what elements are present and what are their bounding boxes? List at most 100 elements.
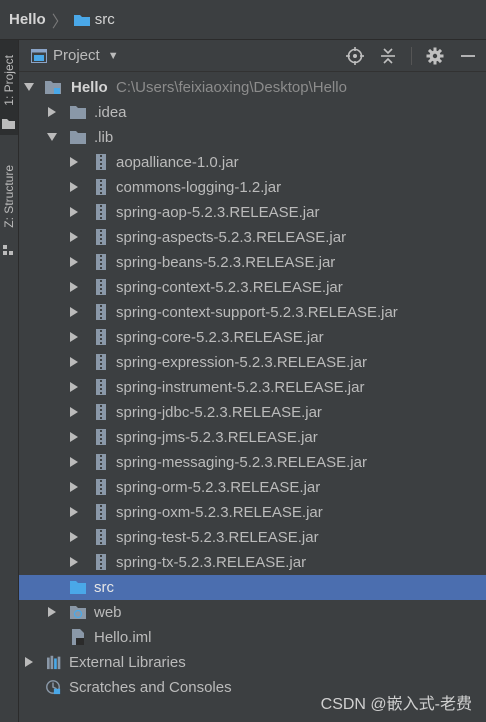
tree-row-jar[interactable]: spring-context-5.2.3.RELEASE.jar	[19, 275, 486, 300]
tree-row-jar[interactable]: spring-expression-5.2.3.RELEASE.jar	[19, 350, 486, 375]
scratches-icon	[46, 680, 61, 695]
tree-row-lib[interactable]: .lib	[19, 125, 486, 150]
collapsed-arrow-icon[interactable]	[69, 332, 79, 342]
collapsed-arrow-icon[interactable]	[69, 257, 79, 267]
collapsed-arrow-icon[interactable]	[69, 282, 79, 292]
project-view-selector[interactable]: Project ▼	[31, 47, 119, 64]
tree-row-jar[interactable]: spring-messaging-5.2.3.RELEASE.jar	[19, 450, 486, 475]
idea-folder-label: .idea	[94, 104, 127, 121]
jar-label: spring-aspects-5.2.3.RELEASE.jar	[116, 229, 347, 246]
tab-project-label: 1: Project	[2, 55, 16, 106]
tree-row-jar[interactable]: spring-instrument-5.2.3.RELEASE.jar	[19, 375, 486, 400]
jar-archive-icon	[96, 529, 106, 545]
breadcrumb-src[interactable]: src	[95, 11, 115, 28]
collapsed-arrow-icon[interactable]	[69, 482, 79, 492]
collapsed-arrow-icon[interactable]	[69, 507, 79, 517]
dropdown-caret-icon: ▼	[107, 49, 119, 62]
tree-row-jar[interactable]: commons-logging-1.2.jar	[19, 175, 486, 200]
locate-button[interactable]	[345, 46, 365, 66]
source-folder-icon	[73, 14, 90, 26]
tree-row-jar[interactable]: spring-orm-5.2.3.RELEASE.jar	[19, 475, 486, 500]
jar-archive-icon	[96, 204, 106, 220]
collapsed-arrow-icon[interactable]	[47, 107, 57, 117]
jar-label: spring-messaging-5.2.3.RELEASE.jar	[116, 454, 367, 471]
collapsed-arrow-icon[interactable]	[69, 557, 79, 567]
tree-row-src[interactable]: src	[19, 575, 486, 600]
tree-row-jar[interactable]: spring-beans-5.2.3.RELEASE.jar	[19, 250, 486, 275]
tree-row-jar[interactable]: aopalliance-1.0.jar	[19, 150, 486, 175]
settings-button[interactable]	[425, 46, 445, 66]
tree-row-jar[interactable]: spring-aspects-5.2.3.RELEASE.jar	[19, 225, 486, 250]
tree-row-jar[interactable]: spring-jms-5.2.3.RELEASE.jar	[19, 425, 486, 450]
navigation-breadcrumb: Hello 〉 src	[0, 0, 486, 40]
jar-archive-icon	[96, 329, 106, 345]
jar-label: spring-expression-5.2.3.RELEASE.jar	[116, 354, 367, 371]
jar-label: spring-test-5.2.3.RELEASE.jar	[116, 529, 319, 546]
tree-row-jar[interactable]: spring-tx-5.2.3.RELEASE.jar	[19, 550, 486, 575]
project-window-icon	[31, 48, 47, 63]
structure-icon	[3, 245, 13, 255]
tree-row-idea[interactable]: .idea	[19, 100, 486, 125]
expanded-arrow-icon[interactable]	[47, 132, 57, 142]
hide-panel-button[interactable]	[458, 46, 478, 66]
project-root-path: C:\Users\feixiaoxing\Desktop\Hello	[116, 79, 347, 96]
collapsed-arrow-icon[interactable]	[69, 357, 79, 367]
jar-label: spring-aop-5.2.3.RELEASE.jar	[116, 204, 320, 221]
jar-archive-icon	[96, 354, 106, 370]
jar-archive-icon	[96, 154, 106, 170]
collapsed-arrow-icon[interactable]	[69, 532, 79, 542]
project-tree: Hello C:\Users\feixiaoxing\Desktop\Hello…	[19, 75, 486, 700]
collapsed-arrow-icon[interactable]	[69, 207, 79, 217]
tree-row-jar[interactable]: spring-aop-5.2.3.RELEASE.jar	[19, 200, 486, 225]
collapsed-arrow-icon[interactable]	[69, 232, 79, 242]
project-root-label: Hello	[71, 79, 108, 96]
project-panel: Project ▼ Hello C:\Users\feixiaoxing\Des…	[19, 40, 486, 722]
src-folder-label: src	[94, 579, 114, 596]
tree-row-jar[interactable]: spring-test-5.2.3.RELEASE.jar	[19, 525, 486, 550]
tree-row-project-root[interactable]: Hello C:\Users\feixiaoxing\Desktop\Hello	[19, 75, 486, 100]
tree-row-jar[interactable]: spring-core-5.2.3.RELEASE.jar	[19, 325, 486, 350]
folder-icon	[70, 106, 86, 119]
tree-row-jar[interactable]: spring-jdbc-5.2.3.RELEASE.jar	[19, 400, 486, 425]
jar-label: spring-core-5.2.3.RELEASE.jar	[116, 329, 324, 346]
jar-label: spring-orm-5.2.3.RELEASE.jar	[116, 479, 321, 496]
tree-row-external-libraries[interactable]: External Libraries	[19, 650, 486, 675]
tree-row-jar[interactable]: spring-oxm-5.2.3.RELEASE.jar	[19, 500, 486, 525]
iml-file-label: Hello.iml	[94, 629, 152, 646]
jar-archive-icon	[96, 479, 106, 495]
tree-row-web[interactable]: web	[19, 600, 486, 625]
jar-archive-icon	[96, 404, 106, 420]
tab-project[interactable]: 1: Project	[0, 40, 18, 135]
collapsed-arrow-icon[interactable]	[69, 157, 79, 167]
collapsed-arrow-icon[interactable]	[69, 307, 79, 317]
collapsed-arrow-icon[interactable]	[69, 182, 79, 192]
tab-structure[interactable]: Z: Structure	[0, 152, 18, 260]
collapse-all-icon	[381, 48, 395, 64]
collapsed-arrow-icon[interactable]	[24, 657, 34, 667]
breadcrumb-project[interactable]: Hello	[9, 11, 46, 28]
collapsed-arrow-icon[interactable]	[47, 607, 57, 617]
watermark-text: CSDN @嵌入式-老费	[320, 696, 472, 713]
project-panel-header: Project ▼	[19, 40, 486, 72]
expanded-arrow-icon[interactable]	[24, 82, 34, 92]
module-folder-icon	[45, 81, 61, 94]
jar-archive-icon	[96, 429, 106, 445]
jar-label: commons-logging-1.2.jar	[116, 179, 282, 196]
project-folder-icon	[2, 119, 15, 129]
collapsed-arrow-icon[interactable]	[69, 432, 79, 442]
tree-row-jar[interactable]: spring-context-support-5.2.3.RELEASE.jar	[19, 300, 486, 325]
panel-toolbar	[345, 40, 486, 72]
collapsed-arrow-icon[interactable]	[69, 457, 79, 467]
jar-label: spring-oxm-5.2.3.RELEASE.jar	[116, 504, 323, 521]
jar-archive-icon	[96, 229, 106, 245]
collapse-all-button[interactable]	[378, 46, 398, 66]
jar-archive-icon	[96, 304, 106, 320]
jar-label: spring-beans-5.2.3.RELEASE.jar	[116, 254, 336, 271]
breadcrumb-chevron-icon: 〉	[51, 13, 68, 31]
jar-archive-icon	[96, 379, 106, 395]
jar-label: spring-tx-5.2.3.RELEASE.jar	[116, 554, 307, 571]
tree-row-iml[interactable]: Hello.iml	[19, 625, 486, 650]
collapsed-arrow-icon[interactable]	[69, 382, 79, 392]
minimize-icon	[461, 55, 475, 57]
collapsed-arrow-icon[interactable]	[69, 407, 79, 417]
